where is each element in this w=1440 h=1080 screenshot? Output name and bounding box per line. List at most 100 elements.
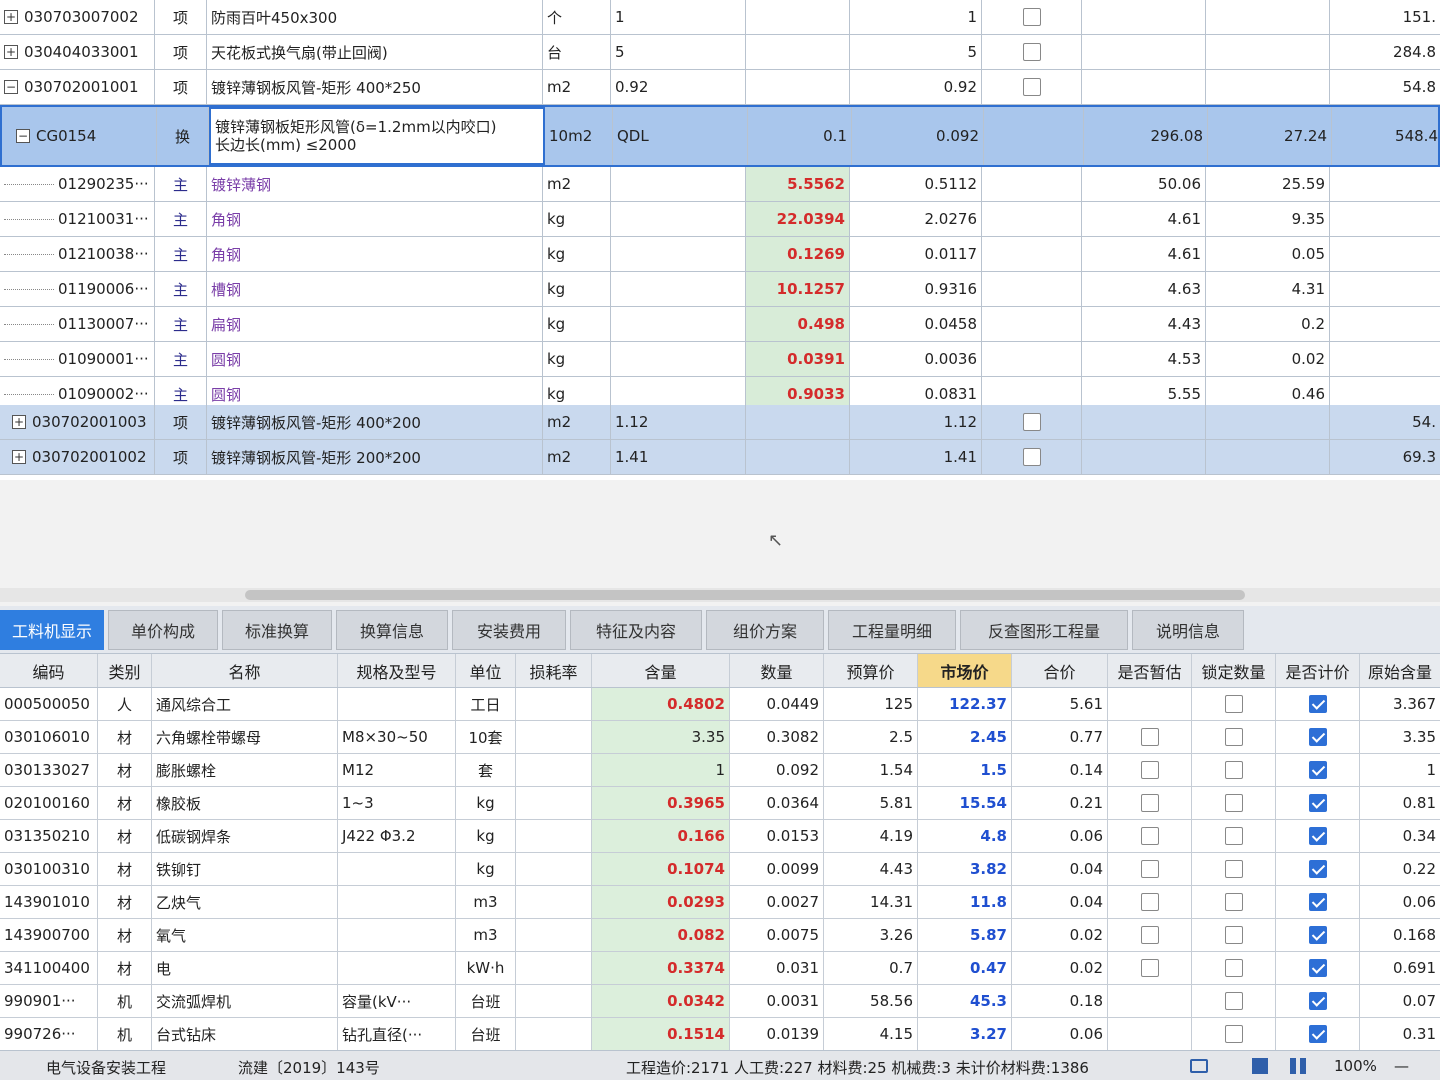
priced-checkbox[interactable] (1308, 893, 1327, 911)
cell-content[interactable]: 0.3374 (592, 952, 730, 984)
provisional-checkbox[interactable] (1140, 926, 1159, 944)
tab-labor-material-machine[interactable]: 工料机显示 (0, 610, 104, 650)
priced-checkbox[interactable] (1308, 794, 1327, 812)
collapse-icon[interactable]: − (16, 129, 30, 143)
cell-market[interactable]: 3.27 (918, 1018, 1012, 1050)
expand-icon[interactable]: + (4, 45, 18, 59)
material-row[interactable]: 01210038··· 主 角钢 kg 0.1269 0.0117 4.61 0… (0, 237, 1440, 272)
provisional-checkbox[interactable] (1140, 893, 1159, 911)
cell-content[interactable]: 1 (592, 754, 730, 786)
tab-conversion-info[interactable]: 换算信息 (336, 610, 448, 650)
cell-market[interactable]: 122.37 (918, 688, 1012, 720)
lock-quantity-checkbox[interactable] (1224, 860, 1243, 878)
cell-content[interactable]: 0.082 (592, 919, 730, 951)
tab-features-content[interactable]: 特征及内容 (570, 610, 702, 650)
lock-quantity-checkbox[interactable] (1224, 695, 1243, 713)
expand-icon[interactable]: + (12, 415, 26, 429)
table-row[interactable]: +030703007002 项 防雨百叶450x300 个 1 1 151. (0, 0, 1440, 35)
priced-checkbox[interactable] (1308, 860, 1327, 878)
priced-checkbox[interactable] (1308, 959, 1327, 977)
material-row[interactable]: 01290235··· 主 镀锌薄钢 m2 5.5562 0.5112 50.0… (0, 167, 1440, 202)
collapse-icon[interactable]: − (4, 80, 18, 94)
table-row[interactable]: 020100160 材橡胶板 1~3 kg 0.3965 0.0364 5.81 15.54 0… (0, 787, 1440, 820)
cell-market[interactable]: 2.45 (918, 721, 1012, 753)
priced-checkbox[interactable] (1308, 761, 1327, 779)
table-row[interactable]: 031350210 材低碳钢焊条 J422 Φ3.2 kg 0.166 0.0153 4.1… (0, 820, 1440, 853)
zoom-out-icon[interactable]: — (1394, 1057, 1409, 1075)
row-checkbox[interactable] (1022, 413, 1041, 431)
table-row[interactable]: 143900700 材氧气 m3 0.082 0.0075 3.26 5.87 0.02 0.1… (0, 919, 1440, 952)
material-row[interactable]: 01090001··· 主 圆钢 kg 0.0391 0.0036 4.53 0… (0, 342, 1440, 377)
lock-quantity-checkbox[interactable] (1224, 959, 1243, 977)
cell-market[interactable]: 1.5 (918, 754, 1012, 786)
provisional-checkbox[interactable] (1140, 728, 1159, 746)
cell-content[interactable]: 0.4802 (592, 688, 730, 720)
layout-icon[interactable] (1190, 1059, 1208, 1073)
table-row[interactable]: 030106010 材六角螺栓带螺母 M8×30~50 10套 3.35 0.3082 2.… (0, 721, 1440, 754)
selected-quota-row[interactable]: − CG0154 换 镀锌薄钢板矩形风管(δ=1.2mm以内咬口) 长边长(mm) … (0, 105, 1440, 167)
scrollbar-thumb[interactable] (245, 590, 1245, 600)
lock-quantity-checkbox[interactable] (1224, 992, 1243, 1010)
table-row[interactable]: +030702001002 项 镀锌薄钢板风管-矩形 200*200 m2 1.… (0, 440, 1440, 475)
material-row[interactable]: 01190006··· 主 槽钢 kg 10.1257 0.9316 4.63 … (0, 272, 1440, 307)
tab-pricing-scheme[interactable]: 组价方案 (706, 610, 824, 650)
provisional-checkbox[interactable] (1140, 794, 1159, 812)
priced-checkbox[interactable] (1308, 827, 1327, 845)
priced-checkbox[interactable] (1308, 992, 1327, 1010)
row-checkbox[interactable] (1022, 448, 1041, 466)
tab-reverse-graphic-quantity[interactable]: 反查图形工程量 (960, 610, 1128, 650)
lock-quantity-checkbox[interactable] (1224, 794, 1243, 812)
material-row[interactable]: 01210031··· 主 角钢 kg 22.0394 2.0276 4.61 … (0, 202, 1440, 237)
provisional-checkbox[interactable] (1140, 959, 1159, 977)
lock-quantity-checkbox[interactable] (1224, 1025, 1243, 1043)
tab-unit-price-composition[interactable]: 单价构成 (108, 610, 218, 650)
provisional-checkbox[interactable] (1140, 860, 1159, 878)
material-row[interactable]: 01130007··· 主 扁钢 kg 0.498 0.0458 4.43 0.… (0, 307, 1440, 342)
cell-content[interactable]: 0.0293 (592, 886, 730, 918)
row-checkbox[interactable] (1022, 8, 1041, 26)
cell-content[interactable]: 3.35 (592, 721, 730, 753)
provisional-checkbox[interactable] (1140, 761, 1159, 779)
cell-market[interactable]: 5.87 (918, 919, 1012, 951)
table-row[interactable]: 030100310 材铁铆钉 kg 0.1074 0.0099 4.43 3.82 0.04 0… (0, 853, 1440, 886)
cell-market[interactable]: 4.8 (918, 820, 1012, 852)
priced-checkbox[interactable] (1308, 728, 1327, 746)
quota-name-cell[interactable]: 镀锌薄钢板矩形风管(δ=1.2mm以内咬口) 长边长(mm) ≤2000 (209, 107, 545, 165)
table-row[interactable]: +030702001003 项 镀锌薄钢板风管-矩形 400*200 m2 1.… (0, 405, 1440, 440)
cell-content[interactable]: 0.1514 (592, 1018, 730, 1050)
table-row[interactable]: 990901··· 机交流弧焊机 容量(kV··· 台班 0.0342 0.0031 58.… (0, 985, 1440, 1018)
cell-content[interactable]: 0.166 (592, 820, 730, 852)
table-row[interactable]: 143901010 材乙炔气 m3 0.0293 0.0027 14.31 11.8 0.04… (0, 886, 1440, 919)
cell-market[interactable]: 0.47 (918, 952, 1012, 984)
horizontal-scrollbar[interactable] (0, 588, 1440, 602)
lock-quantity-checkbox[interactable] (1224, 893, 1243, 911)
priced-checkbox[interactable] (1308, 695, 1327, 713)
cell-market[interactable]: 3.82 (918, 853, 1012, 885)
cell-market[interactable]: 15.54 (918, 787, 1012, 819)
tab-quantity-details[interactable]: 工程量明细 (828, 610, 956, 650)
table-row[interactable]: 030133027 材膨胀螺栓 M12 套 1 0.092 1.54 1.5 0.14 1 (0, 754, 1440, 787)
table-row[interactable]: 341100400 材电 kW·h 0.3374 0.031 0.7 0.47 0.02 0.6… (0, 952, 1440, 985)
table-row[interactable]: 990726··· 机台式钻床 钻孔直径(··· 台班 0.1514 0.0139 4.15… (0, 1018, 1440, 1051)
lock-quantity-checkbox[interactable] (1224, 827, 1243, 845)
row-checkbox[interactable] (1022, 43, 1041, 61)
expand-icon[interactable]: + (4, 10, 18, 24)
cell-content[interactable]: 0.1074 (592, 853, 730, 885)
priced-checkbox[interactable] (1308, 1025, 1327, 1043)
cell-market[interactable]: 45.3 (918, 985, 1012, 1017)
priced-checkbox[interactable] (1308, 926, 1327, 944)
tab-installation-fees[interactable]: 安装费用 (452, 610, 566, 650)
cell-content[interactable]: 0.0342 (592, 985, 730, 1017)
lock-quantity-checkbox[interactable] (1224, 728, 1243, 746)
provisional-checkbox[interactable] (1140, 827, 1159, 845)
row-checkbox[interactable] (1022, 78, 1041, 96)
lock-quantity-checkbox[interactable] (1224, 926, 1243, 944)
table-row[interactable]: +030404033001 项 天花板式换气扇(带止回阀) 台 5 5 284.… (0, 35, 1440, 70)
tab-standard-conversion[interactable]: 标准换算 (222, 610, 332, 650)
lock-quantity-checkbox[interactable] (1224, 761, 1243, 779)
cell-market[interactable]: 11.8 (918, 886, 1012, 918)
split-view-icon[interactable] (1290, 1058, 1306, 1074)
tab-description[interactable]: 说明信息 (1132, 610, 1244, 650)
expand-icon[interactable]: + (12, 450, 26, 464)
grid-view-icon[interactable] (1252, 1058, 1268, 1074)
